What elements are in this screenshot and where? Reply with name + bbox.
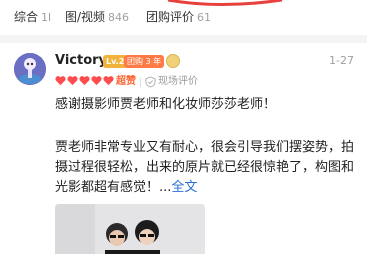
user-avatar[interactable] <box>14 53 46 85</box>
review-text-line1: 感谢摄影师贾老师和化妆师莎莎老师！ <box>55 97 277 112</box>
username[interactable]: Victory <box>55 52 107 70</box>
rating-separator <box>140 78 141 87</box>
heart-icon <box>103 76 114 86</box>
review-text-body: 贾老师非常专业又有耐心，很会引导我们摆姿势，拍摄过程很轻松，出来的原片就已经很惊… <box>55 140 355 195</box>
review-text-paragraph: 贾老师非常专业又有耐心，很会引导我们摆姿势，拍摄过程很轻松，出来的原片就已经很惊… <box>55 138 360 198</box>
filter-count: 1l <box>41 11 52 24</box>
photo-image <box>55 204 205 254</box>
expand-full-text-link[interactable]: 全文 <box>171 180 197 195</box>
ellipsis: ... <box>159 180 172 195</box>
filter-label: 团购评价 <box>146 10 195 24</box>
filter-tab-media[interactable]: 图/视频 846 <box>65 6 129 29</box>
verify-icon <box>145 76 156 88</box>
filter-label: 图/视频 <box>65 10 106 24</box>
filter-count: 846 <box>108 11 130 24</box>
review-photo[interactable] <box>55 204 205 254</box>
medal-icon <box>166 54 180 68</box>
filter-count: 61 <box>197 11 212 24</box>
heart-icon <box>55 76 66 86</box>
heart-icon <box>67 76 78 86</box>
rating-hearts <box>55 75 114 89</box>
on-site-review-label: 现场评价 <box>158 76 198 87</box>
filter-label: 综合 <box>14 10 39 24</box>
filter-tab-all[interactable]: 综合 1l <box>14 6 51 29</box>
heart-icon <box>91 76 102 86</box>
filter-tab-bar: 综合 1l 图/视频 846 团购评价 61 <box>0 6 367 28</box>
avatar-icon <box>14 53 46 85</box>
heart-icon <box>79 76 90 86</box>
filter-tab-group-buy[interactable]: 团购评价 61 <box>146 6 211 29</box>
group-buy-badge: 团购 3 年 <box>124 55 165 68</box>
rating-text: 超赞 <box>116 76 136 87</box>
section-divider <box>0 35 367 43</box>
review-date: 1-27 <box>329 54 354 67</box>
